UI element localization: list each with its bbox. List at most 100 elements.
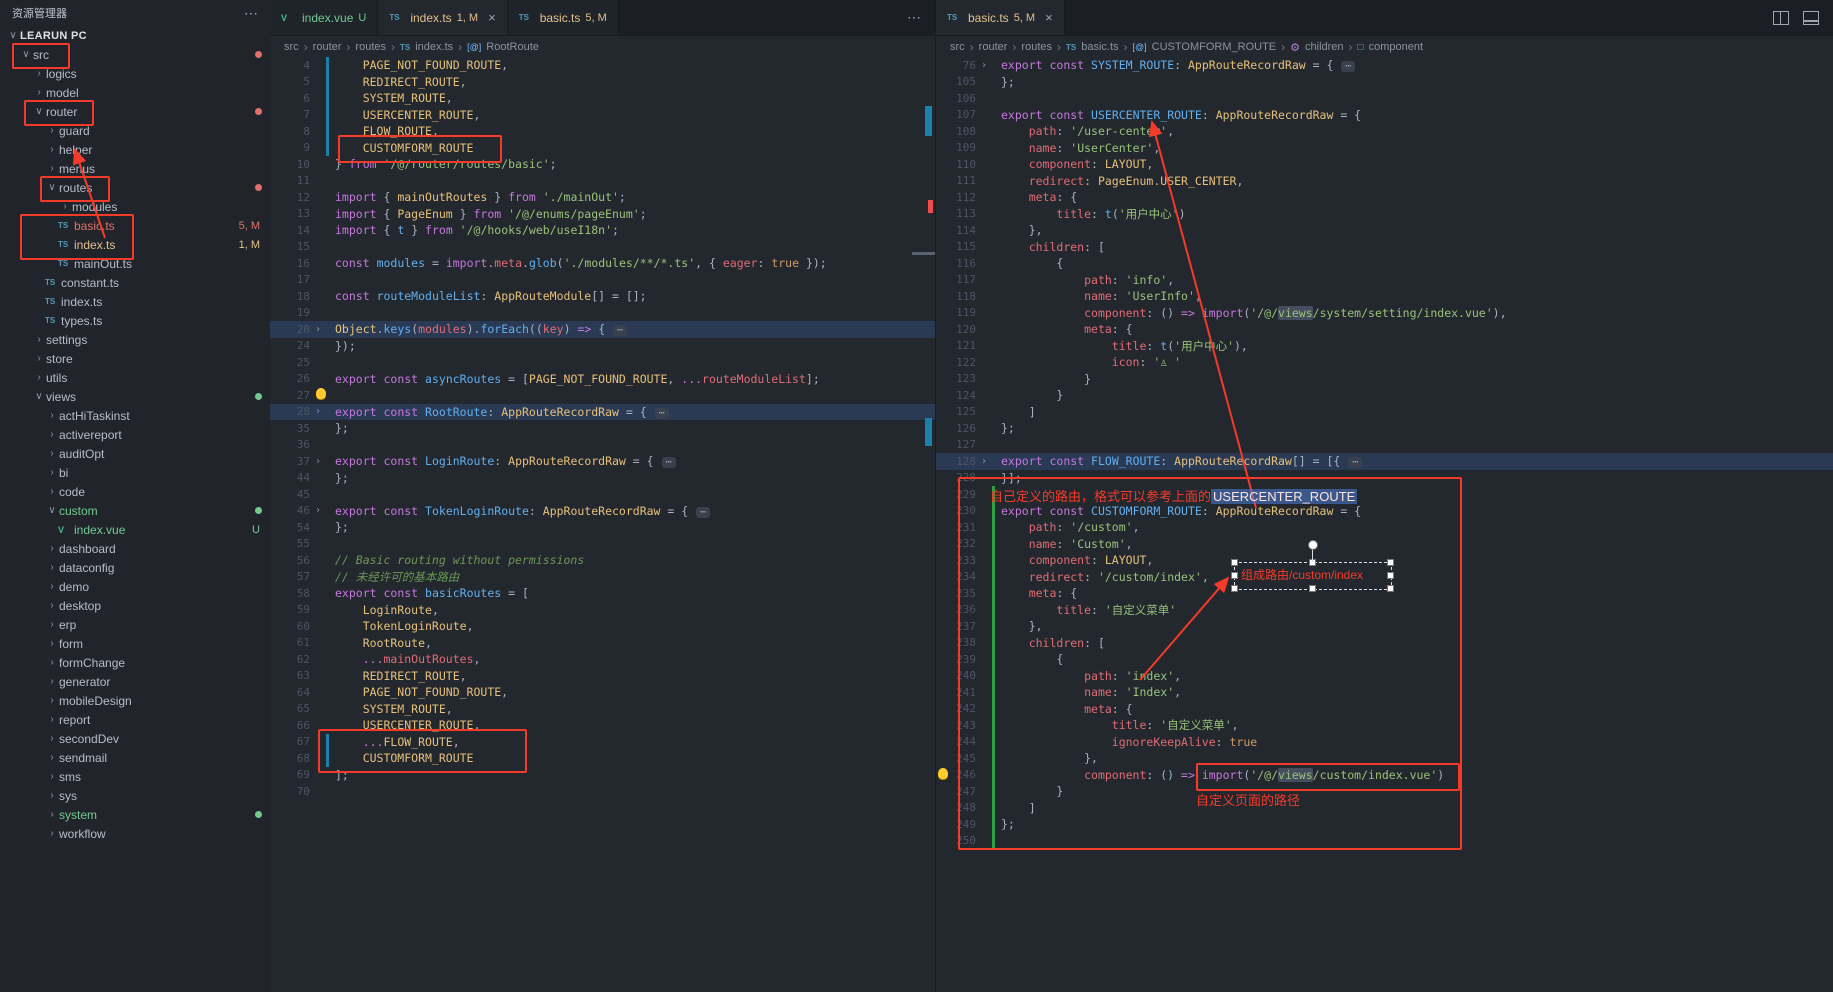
tree-item-logics[interactable]: ›logics — [0, 64, 270, 83]
code-line-114[interactable]: 114 }, — [936, 222, 1833, 239]
tree-item-index.ts[interactable]: TSindex.ts — [0, 292, 270, 311]
code-line-115[interactable]: 115 children: [ — [936, 239, 1833, 256]
code-line-240[interactable]: 240 path: 'index', — [936, 668, 1833, 685]
code-line-122[interactable]: 122 icon: '♙ ' — [936, 354, 1833, 371]
code-line-24[interactable]: 24}); — [270, 338, 935, 355]
breadcrumb-item[interactable]: routes — [355, 41, 386, 53]
fold-chevron-icon[interactable]: › — [310, 324, 326, 335]
tree-item-desktop[interactable]: ›desktop — [0, 596, 270, 615]
code-line-232[interactable]: 232 name: 'Custom', — [936, 536, 1833, 553]
tab-index.vue[interactable]: Vindex.vueU — [270, 0, 378, 35]
code-line-124[interactable]: 124 } — [936, 387, 1833, 404]
tree-item-routes[interactable]: ∨routes — [0, 178, 270, 197]
tree-item-index.vue[interactable]: Vindex.vueU — [0, 520, 270, 539]
code-line-7[interactable]: 7 USERCENTER_ROUTE, — [270, 107, 935, 124]
tree-item-model[interactable]: ›model — [0, 83, 270, 102]
tree-item-menus[interactable]: ›menus — [0, 159, 270, 178]
code-line-243[interactable]: 243 title: '自定义菜单', — [936, 717, 1833, 734]
code-line-68[interactable]: 68 CUSTOMFORM_ROUTE — [270, 750, 935, 767]
tree-item-code[interactable]: ›code — [0, 482, 270, 501]
tree-item-form[interactable]: ›form — [0, 634, 270, 653]
code-line-123[interactable]: 123 } — [936, 371, 1833, 388]
code-line-9[interactable]: 9 CUSTOMFORM_ROUTE — [270, 140, 935, 157]
split-editor-icon[interactable] — [1773, 11, 1789, 25]
code-line-19[interactable]: 19 — [270, 305, 935, 322]
breadcrumb-item[interactable]: index.ts — [415, 41, 453, 53]
code-line-233[interactable]: 233 component: LAYOUT, — [936, 552, 1833, 569]
tree-item-actHiTaskinst[interactable]: ›actHiTaskinst — [0, 406, 270, 425]
code-line-76[interactable]: 76›export const SYSTEM_ROUTE: AppRouteRe… — [936, 57, 1833, 74]
code-line-109[interactable]: 109 name: 'UserCenter', — [936, 140, 1833, 157]
code-line-117[interactable]: 117 path: 'info', — [936, 272, 1833, 289]
tree-item-dataconfig[interactable]: ›dataconfig — [0, 558, 270, 577]
tree-item-types.ts[interactable]: TStypes.ts — [0, 311, 270, 330]
code-line-16[interactable]: 16const modules = import.meta.glob('./mo… — [270, 255, 935, 272]
code-line-20[interactable]: 20›Object.keys(modules).forEach((key) =>… — [270, 321, 935, 338]
code-line-228[interactable]: 228}]; — [936, 470, 1833, 487]
code-line-60[interactable]: 60 TokenLoginRoute, — [270, 618, 935, 635]
code-line-26[interactable]: 26export const asyncRoutes = [PAGE_NOT_F… — [270, 371, 935, 388]
tree-item-src[interactable]: ∨src — [0, 45, 270, 64]
breadcrumb-item[interactable]: basic.ts — [1081, 41, 1118, 53]
code-line-67[interactable]: 67 ...FLOW_ROUTE, — [270, 734, 935, 751]
tree-item-guard[interactable]: ›guard — [0, 121, 270, 140]
tree-item-report[interactable]: ›report — [0, 710, 270, 729]
tab-basic.ts[interactable]: TSbasic.ts5, M — [508, 0, 619, 35]
folded-ellipsis[interactable]: ⋯ — [613, 325, 627, 336]
code-line-55[interactable]: 55 — [270, 536, 935, 553]
editor-right-code[interactable]: 76›export const SYSTEM_ROUTE: AppRouteRe… — [936, 57, 1833, 992]
tree-item-activereport[interactable]: ›activereport — [0, 425, 270, 444]
code-line-18[interactable]: 18const routeModuleList: AppRouteModule[… — [270, 288, 935, 305]
code-line-15[interactable]: 15 — [270, 239, 935, 256]
code-line-59[interactable]: 59 LoginRoute, — [270, 602, 935, 619]
tree-item-sms[interactable]: ›sms — [0, 767, 270, 786]
code-line-57[interactable]: 57// 未经许可的基本路由 — [270, 569, 935, 586]
tree-item-utils[interactable]: ›utils — [0, 368, 270, 387]
code-line-242[interactable]: 242 meta: { — [936, 701, 1833, 718]
code-line-45[interactable]: 45 — [270, 486, 935, 503]
code-line-46[interactable]: 46›export const TokenLoginRoute: AppRout… — [270, 503, 935, 520]
explorer-more-actions-icon[interactable]: ⋯ — [244, 5, 258, 22]
breadcrumb-item[interactable]: RootRoute — [486, 41, 539, 53]
code-line-56[interactable]: 56// Basic routing without permissions — [270, 552, 935, 569]
code-line-112[interactable]: 112 meta: { — [936, 189, 1833, 206]
code-line-54[interactable]: 54}; — [270, 519, 935, 536]
close-icon[interactable]: × — [1045, 10, 1053, 25]
code-line-245[interactable]: 245 }, — [936, 750, 1833, 767]
code-line-111[interactable]: 111 redirect: PageEnum.USER_CENTER, — [936, 173, 1833, 190]
code-line-5[interactable]: 5 REDIRECT_ROUTE, — [270, 74, 935, 91]
code-line-120[interactable]: 120 meta: { — [936, 321, 1833, 338]
fold-chevron-icon[interactable]: › — [310, 505, 326, 516]
code-line-17[interactable]: 17 — [270, 272, 935, 289]
fold-chevron-icon[interactable]: › — [310, 406, 326, 417]
code-line-70[interactable]: 70 — [270, 783, 935, 800]
folded-ellipsis[interactable]: ⋯ — [696, 507, 710, 518]
tree-item-mainOut.ts[interactable]: TSmainOut.ts — [0, 254, 270, 273]
tree-item-erp[interactable]: ›erp — [0, 615, 270, 634]
code-line-236[interactable]: 236 title: '自定义菜单' — [936, 602, 1833, 619]
tree-item-generator[interactable]: ›generator — [0, 672, 270, 691]
code-line-36[interactable]: 36 — [270, 437, 935, 454]
breadcrumb-item[interactable]: CUSTOMFORM_ROUTE — [1152, 41, 1276, 53]
code-line-11[interactable]: 11 — [270, 173, 935, 190]
tree-item-LEARUN-PC[interactable]: ∨LEARUN PC — [0, 26, 270, 45]
code-line-58[interactable]: 58export const basicRoutes = [ — [270, 585, 935, 602]
editor-left-code[interactable]: 4 PAGE_NOT_FOUND_ROUTE,5 REDIRECT_ROUTE,… — [270, 57, 935, 992]
code-line-116[interactable]: 116 { — [936, 255, 1833, 272]
code-line-239[interactable]: 239 { — [936, 651, 1833, 668]
tree-item-index.ts[interactable]: TSindex.ts1, M — [0, 235, 270, 254]
tree-item-system[interactable]: ›system — [0, 805, 270, 824]
tree-item-router[interactable]: ∨router — [0, 102, 270, 121]
code-line-35[interactable]: 35}; — [270, 420, 935, 437]
tree-item-dashboard[interactable]: ›dashboard — [0, 539, 270, 558]
tab-basic.ts[interactable]: TSbasic.ts5, M× — [936, 0, 1065, 35]
code-line-106[interactable]: 106 — [936, 90, 1833, 107]
code-line-118[interactable]: 118 name: 'UserInfo', — [936, 288, 1833, 305]
code-line-125[interactable]: 125 ] — [936, 404, 1833, 421]
code-line-27[interactable]: 27 — [270, 387, 935, 404]
code-line-25[interactable]: 25 — [270, 354, 935, 371]
tree-item-mobileDesign[interactable]: ›mobileDesign — [0, 691, 270, 710]
tree-item-formChange[interactable]: ›formChange — [0, 653, 270, 672]
code-line-69[interactable]: 69]; — [270, 767, 935, 784]
code-line-4[interactable]: 4 PAGE_NOT_FOUND_ROUTE, — [270, 57, 935, 74]
